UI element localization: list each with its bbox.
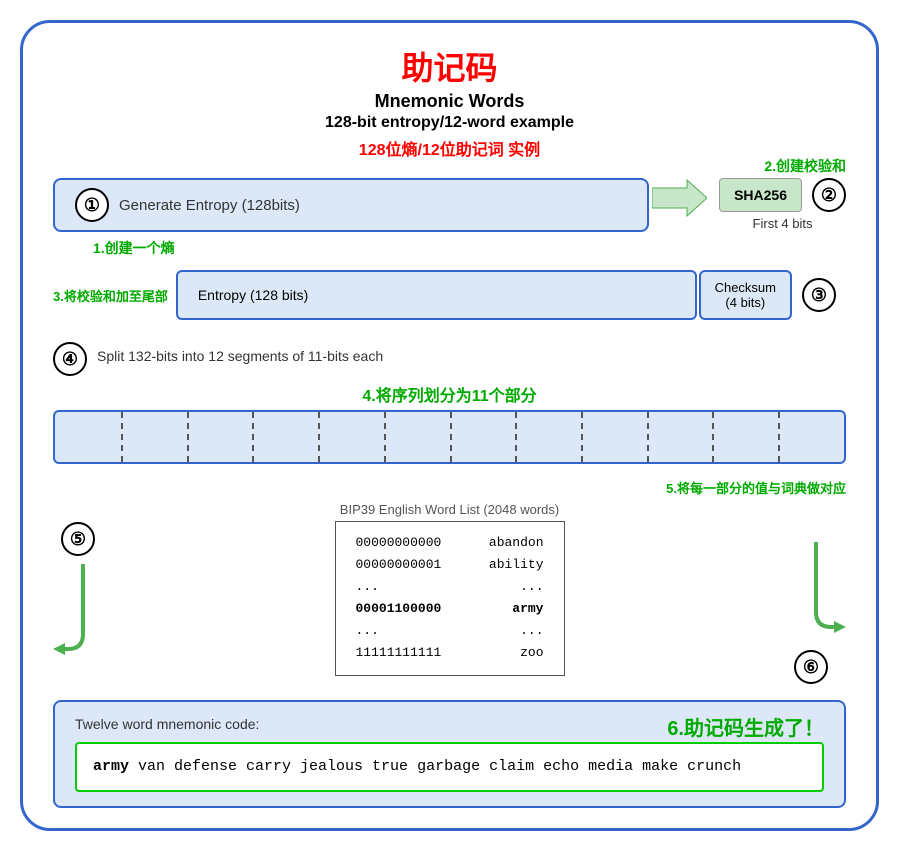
bip39-row-6: 11111111111 zoo — [356, 642, 544, 664]
bip39-bits-1: 00000000000 — [356, 532, 442, 554]
bip39-bits-4: 00001100000 — [356, 598, 442, 620]
bip39-container: BIP39 English Word List (2048 words) 000… — [133, 502, 766, 676]
bip39-word-5: ... — [520, 620, 543, 642]
entropy-box: Entropy (128 bits) — [176, 270, 697, 320]
step6-area: ⑥ — [786, 482, 846, 684]
bip39-bits-2: 00000000001 — [356, 554, 442, 576]
title-english: Mnemonic Words — [53, 91, 846, 112]
title-chinese: 助记码 — [53, 43, 846, 89]
step2-area: SHA256 ② First 4 bits — [719, 178, 846, 231]
label-6: 6.助记码生成了！ — [667, 712, 824, 741]
step1-label: Generate Entropy (128bits) — [119, 197, 300, 214]
arrow-down-right — [786, 542, 846, 642]
step1-box: ① Generate Entropy (128bits) — [53, 178, 649, 232]
subtitle-chinese: 128位熵/12位助记词 实例 — [53, 136, 846, 160]
row-3: 3.将校验和加至尾部 Entropy (128 bits) Checksum(4… — [53, 270, 846, 320]
step5-area: ⑤ — [53, 482, 113, 664]
bip39-row-4: 00001100000 army — [356, 598, 544, 620]
circle-5: ⑤ — [61, 522, 95, 556]
row-4: ④ Split 132-bits into 12 segments of 11-… — [53, 342, 846, 464]
label-2: 2.创建校验和 — [764, 156, 846, 176]
circle-3: ③ — [802, 278, 836, 312]
step4-header: ④ Split 132-bits into 12 segments of 11-… — [53, 342, 846, 376]
main-container: 助记码 Mnemonic Words 128-bit entropy/12-wo… — [20, 20, 879, 831]
sha256-box: SHA256 — [719, 178, 802, 212]
step2-num: SHA256 ② — [719, 178, 846, 212]
bip39-word-2: ability — [489, 554, 544, 576]
bip39-row-5: ... ... — [356, 620, 544, 642]
mnemonic-bold-word: army — [93, 758, 129, 775]
bip39-word-4: army — [512, 598, 543, 620]
checksum-box: Checksum(4 bits) — [699, 270, 792, 320]
bip39-bits-5: ... — [356, 620, 379, 642]
bip39-box: 00000000000 abandon 00000000001 ability … — [335, 521, 565, 676]
bip39-label: BIP39 English Word List (2048 words) — [340, 502, 559, 517]
subtitle-english: 128-bit entropy/12-word example — [53, 114, 846, 132]
entropy-text: Entropy (128 bits) — [198, 287, 309, 303]
label-1: 1.创建一个熵 — [93, 238, 175, 258]
bip39-bits-6: 11111111111 — [356, 642, 442, 664]
step4-text: Split 132-bits into 12 segments of 11-bi… — [97, 348, 383, 364]
bip39-word-3: ... — [520, 576, 543, 598]
bip39-word-6: zoo — [520, 642, 543, 664]
row-5-6: 5.将每一部分的值与词典做对应 ⑤ BIP39 English Word Lis… — [53, 482, 846, 684]
segments-bar — [53, 410, 846, 464]
arrow-to-sha — [649, 178, 709, 218]
first4bits: First 4 bits — [753, 216, 813, 231]
circle-6: ⑥ — [794, 650, 828, 684]
mnemonic-output: army van defense carry jealous true garb… — [75, 742, 824, 792]
label-5: 5.将每一部分的值与词典做对应 — [666, 478, 846, 497]
checksum-text: Checksum(4 bits) — [715, 280, 776, 310]
circle-4: ④ — [53, 342, 87, 376]
label-4: 4.将序列划分为11个部分 — [53, 382, 846, 406]
bip39-bits-3: ... — [356, 576, 379, 598]
circle-2: ② — [812, 178, 846, 212]
bip39-row-1: 00000000000 abandon — [356, 532, 544, 554]
bip39-row-2: 00000000001 ability — [356, 554, 544, 576]
arrow-down-left — [53, 564, 113, 664]
bip39-row-3: ... ... — [356, 576, 544, 598]
row-1-2: 2.创建校验和 ① Generate Entropy (128bits) SHA… — [53, 178, 846, 232]
mnemonic-rest: van defense carry jealous true garbage c… — [129, 758, 741, 775]
row-bottom: 6.助记码生成了！ Twelve word mnemonic code: arm… — [53, 700, 846, 808]
circle-1: ① — [75, 188, 109, 222]
label-3: 3.将校验和加至尾部 — [53, 286, 168, 305]
bip39-word-1: abandon — [489, 532, 544, 554]
